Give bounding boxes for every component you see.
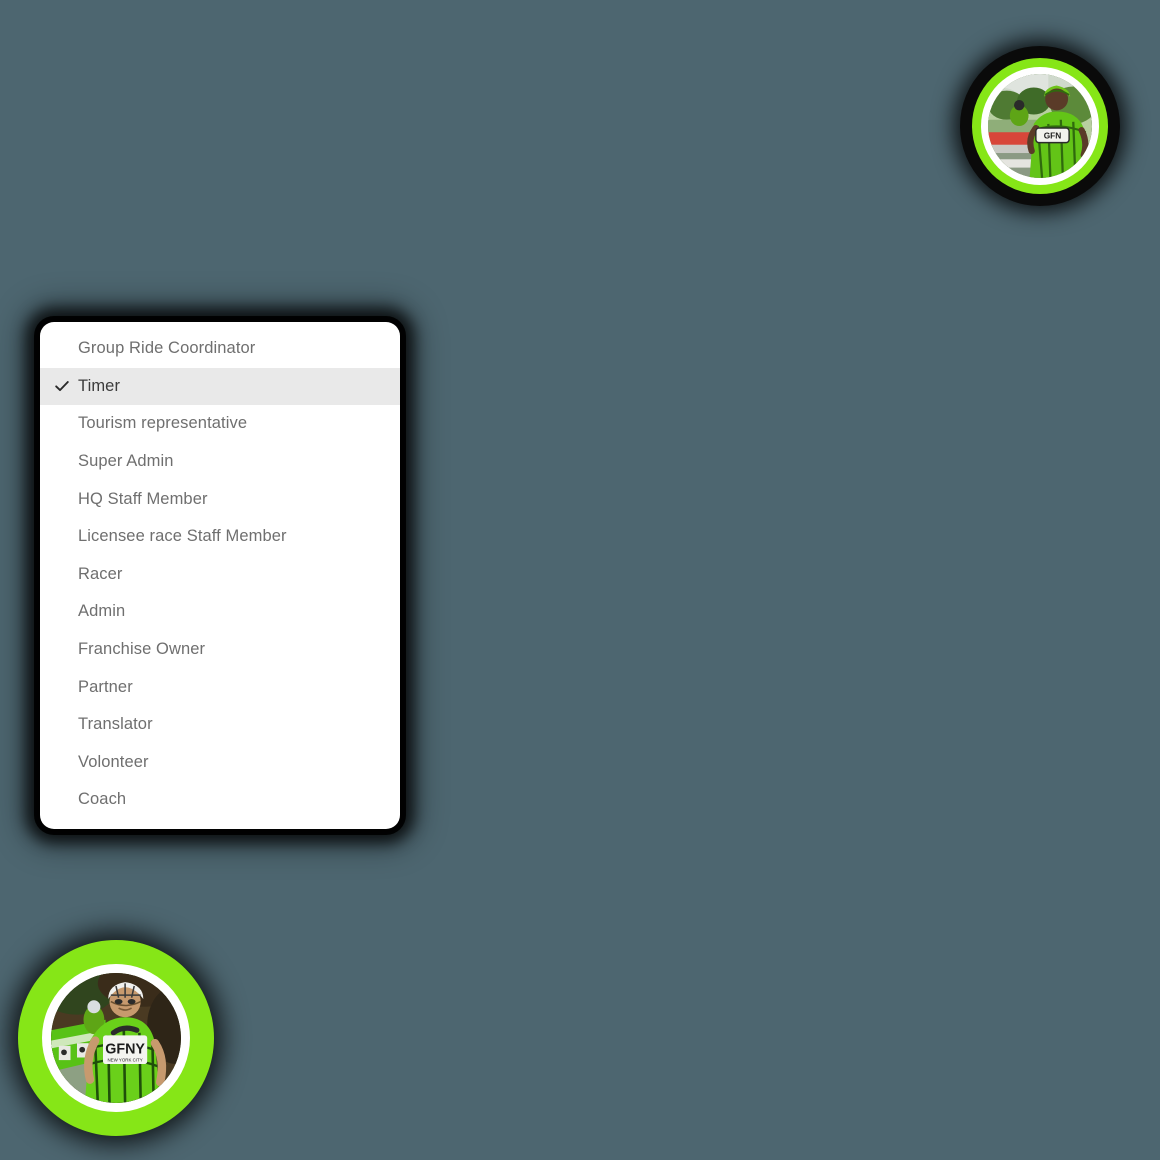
menu-item-racer[interactable]: Racer (40, 556, 400, 594)
svg-text:GFN: GFN (1044, 130, 1062, 140)
menu-item-tourism-representative[interactable]: Tourism representative (40, 405, 400, 443)
role-selector-dropdown[interactable]: Group Ride Coordinator Timer Tourism repre… (40, 322, 400, 829)
menu-item-translator[interactable]: Translator (40, 706, 400, 744)
menu-item-hq-staff-member[interactable]: HQ Staff Member (40, 480, 400, 518)
menu-item-super-admin[interactable]: Super Admin (40, 443, 400, 481)
menu-item-timer[interactable]: Timer (40, 367, 400, 406)
menu-item-label: Timer (78, 376, 121, 395)
avatar-bottom-left[interactable]: GFNY NEW YORK CITY (18, 940, 214, 1136)
svg-text:GFNY: GFNY (105, 1042, 145, 1058)
menu-item-label: Tourism representative (78, 414, 248, 433)
avatar-white-ring: GFN (981, 67, 1099, 185)
menu-item-label: Group Ride Coordinator (78, 339, 256, 358)
menu-item-label: Coach (78, 790, 127, 809)
menu-item-partner[interactable]: Partner (40, 668, 400, 706)
menu-item-label: Super Admin (78, 452, 174, 471)
menu-item-group-ride-coordinator[interactable]: Group Ride Coordinator (40, 330, 400, 368)
menu-item-admin[interactable]: Admin (40, 593, 400, 631)
menu-item-label: Licensee race Staff Member (78, 527, 287, 546)
menu-item-label: Volonteer (78, 752, 149, 771)
menu-item-label: Translator (78, 715, 153, 734)
menu-item-label: Partner (78, 677, 133, 696)
avatar-top-right[interactable]: GFN (960, 46, 1120, 206)
menu-item-coach[interactable]: Coach (40, 781, 400, 819)
menu-item-licensee-race-staff-member[interactable]: Licensee race Staff Member (40, 518, 400, 556)
avatar-photo-bottom: GFNY NEW YORK CITY (51, 973, 181, 1103)
avatar-white-ring: GFNY NEW YORK CITY (42, 964, 190, 1112)
menu-item-volonteer[interactable]: Volonteer (40, 744, 400, 782)
menu-item-label: Racer (78, 564, 123, 583)
check-icon (54, 378, 70, 394)
svg-text:NEW YORK CITY: NEW YORK CITY (108, 1057, 143, 1062)
menu-item-label: HQ Staff Member (78, 489, 208, 508)
menu-item-label: Franchise Owner (78, 640, 206, 659)
menu-item-franchise-owner[interactable]: Franchise Owner (40, 631, 400, 669)
avatar-photo-top: GFN (988, 74, 1092, 178)
avatar-green-ring: GFN (972, 58, 1108, 194)
menu-item-label: Admin (78, 602, 126, 621)
